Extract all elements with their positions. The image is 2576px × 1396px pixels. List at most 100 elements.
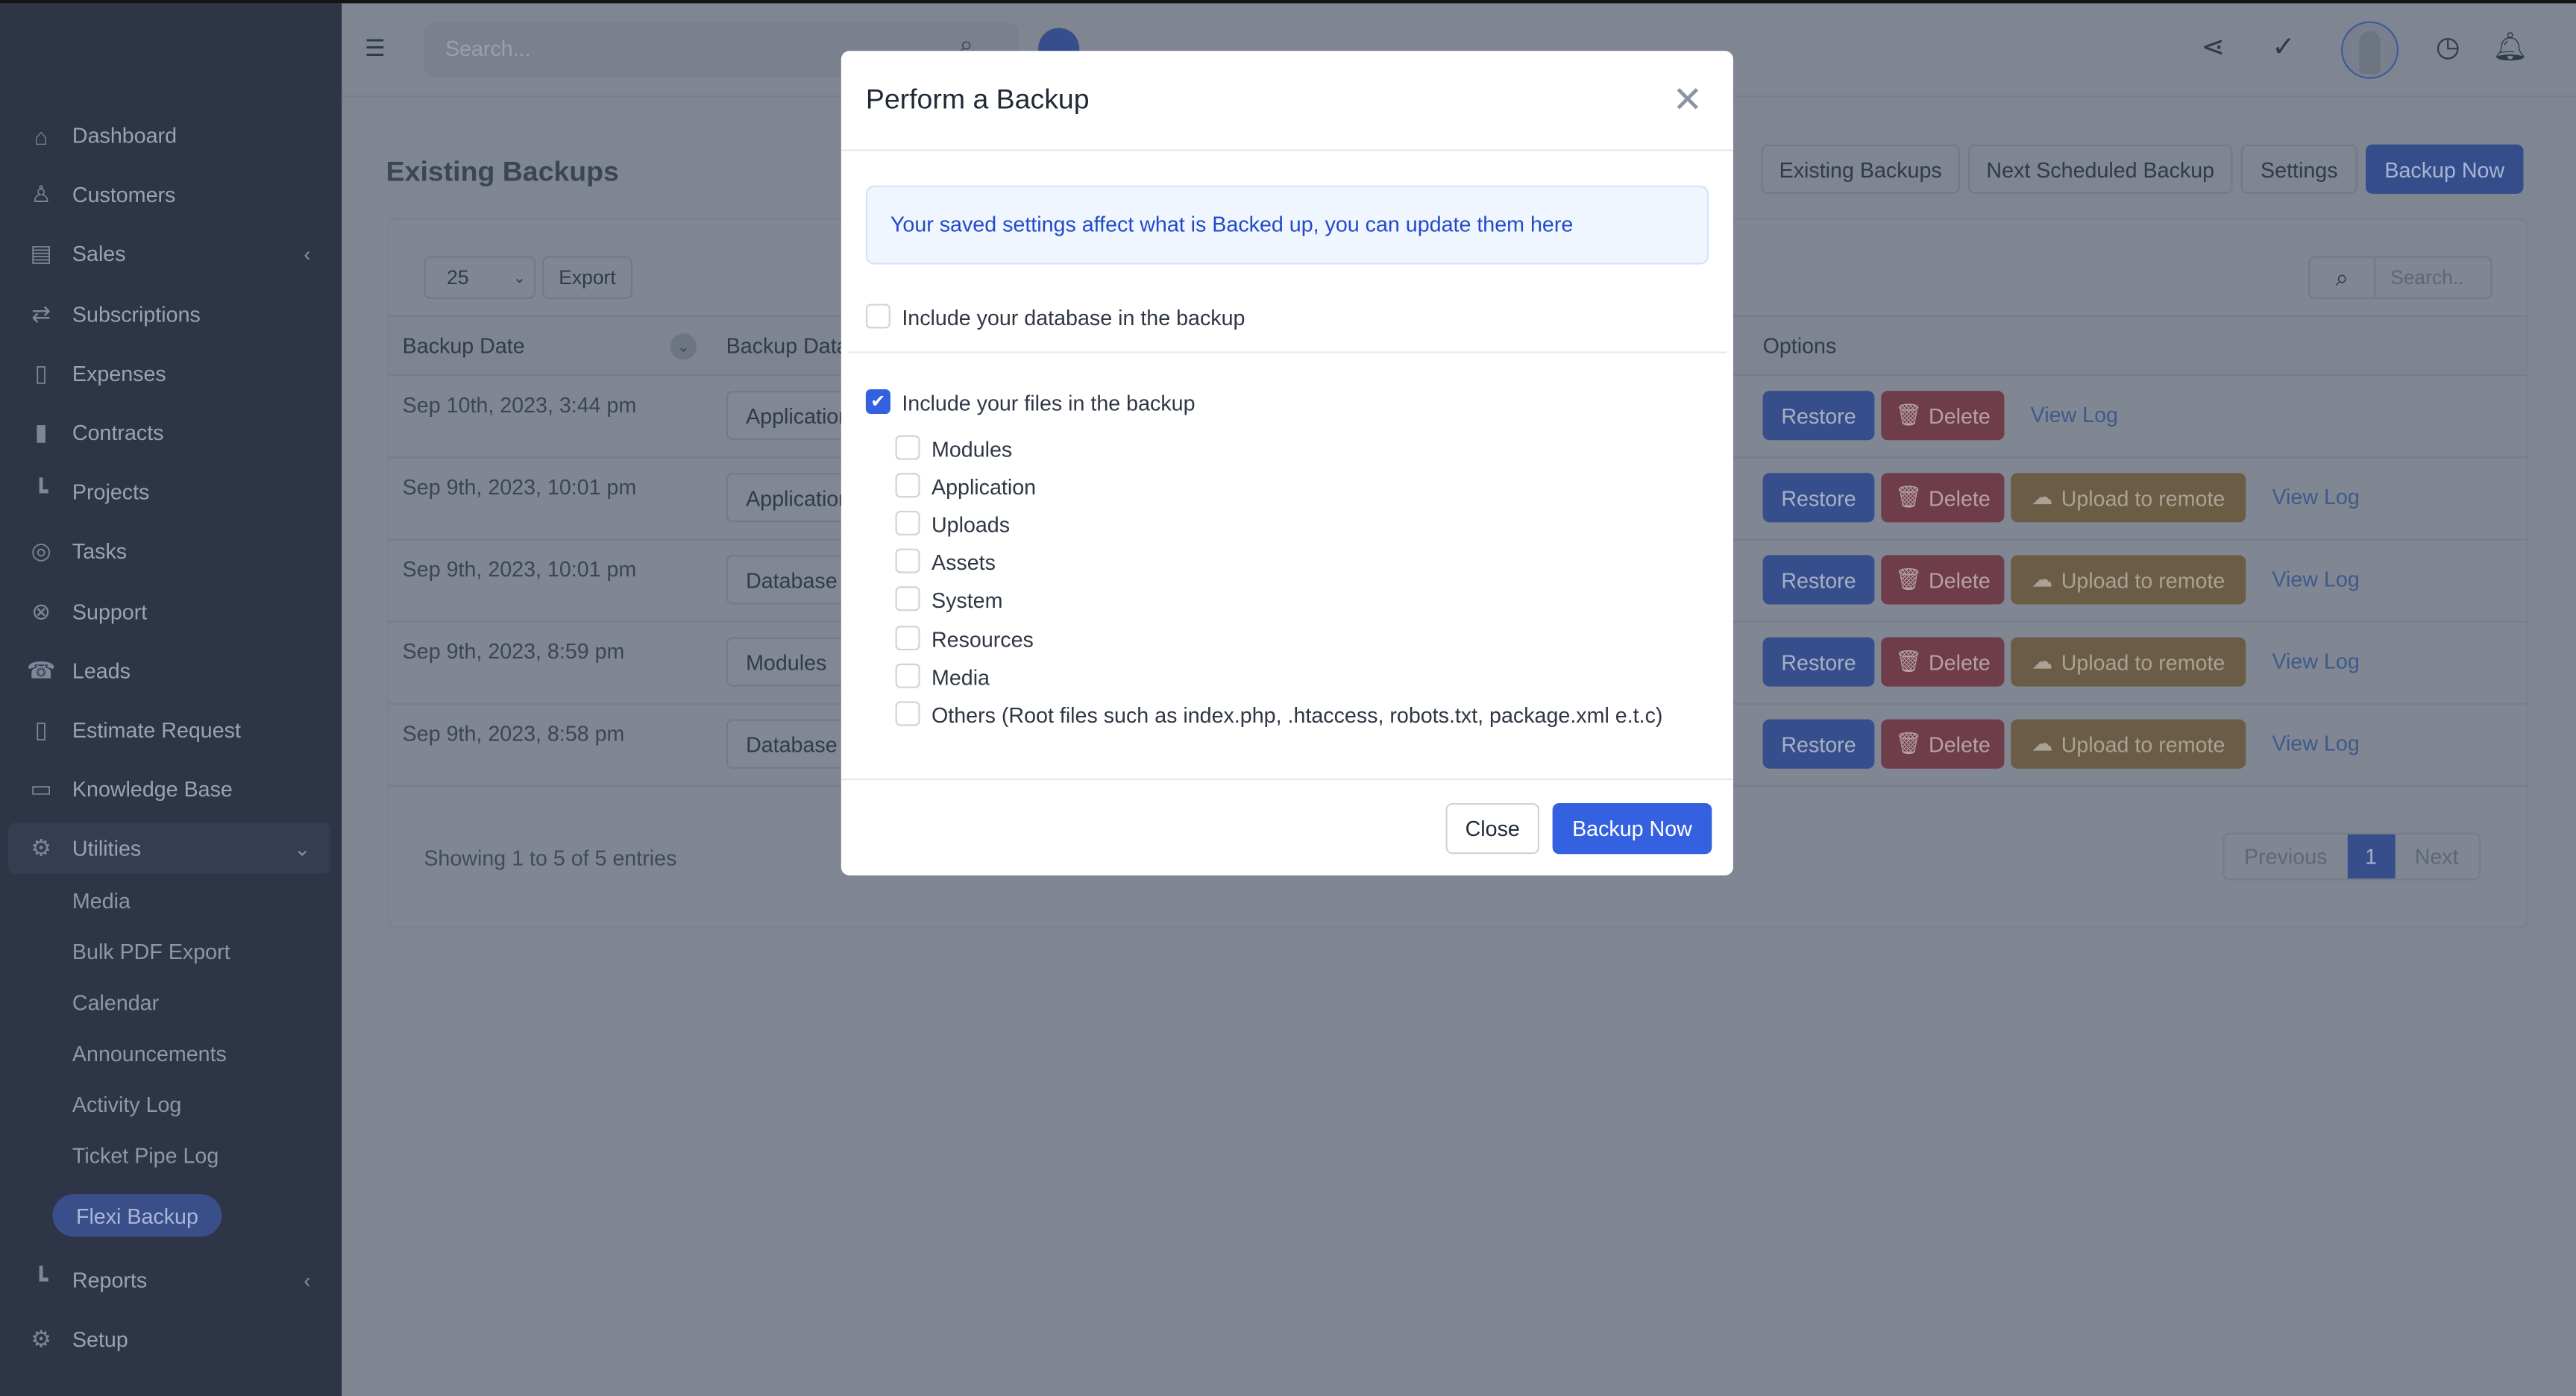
upload-to-remote-button[interactable]: ☁ Upload to remote: [2011, 473, 2246, 523]
sidebar-item-reports[interactable]: ┗ Reports ‹: [8, 1255, 330, 1306]
file-option-checkbox-assets[interactable]: [895, 549, 920, 574]
sidebar-subitem-ticket-pipe-log[interactable]: Ticket Pipe Log: [72, 1143, 219, 1168]
tab-existing-backups[interactable]: Existing Backups: [1761, 144, 1960, 194]
restore-button[interactable]: Restore: [1762, 637, 1875, 687]
restore-button[interactable]: Restore: [1762, 719, 1875, 769]
bell-icon[interactable]: 🔔︎: [2492, 31, 2528, 64]
sidebar-item-dashboard[interactable]: ⌂ Dashboard: [8, 110, 330, 161]
pagination-previous[interactable]: Previous: [2225, 834, 2347, 878]
sidebar-item-expenses[interactable]: ▯ Expenses: [8, 348, 330, 398]
share-icon[interactable]: ⋖: [2195, 31, 2231, 64]
sidebar-subitem-media[interactable]: Media: [72, 888, 131, 913]
page-size-select[interactable]: 25 ⌄: [424, 256, 536, 299]
upload-to-remote-button[interactable]: ☁ Upload to remote: [2011, 555, 2246, 605]
sidebar-item-subscriptions[interactable]: ⇄ Subscriptions: [8, 289, 330, 339]
table-search-input[interactable]: Search..: [2375, 266, 2463, 289]
pagination-page-1[interactable]: 1: [2346, 834, 2396, 879]
divider: [841, 149, 1733, 151]
backup-date-cell: Sep 9th, 2023, 8:59 pm: [402, 638, 625, 664]
folder-icon: ▭: [30, 775, 52, 802]
clock-icon[interactable]: ◷: [2430, 31, 2466, 64]
close-icon[interactable]: ✕: [1672, 79, 1703, 122]
file-option-checkbox-uploads[interactable]: [895, 511, 920, 536]
entries-info: Showing 1 to 5 of 5 entries: [424, 846, 677, 871]
cogs-icon: ⚙: [31, 834, 51, 861]
file-option-checkbox-resources[interactable]: [895, 625, 920, 650]
trash-icon: 🗑︎: [1894, 402, 1923, 427]
sidebar-item-estimate-request[interactable]: ▯ Estimate Request: [8, 705, 330, 755]
table-search[interactable]: ⌕ Search..: [2308, 256, 2492, 299]
cloud-upload-icon: ☁: [2032, 648, 2053, 673]
sidebar-item-support[interactable]: ⊗ Support: [8, 585, 330, 636]
delete-button[interactable]: 🗑︎ Delete: [1881, 391, 2005, 441]
sidebar-subitem-activity-log[interactable]: Activity Log: [72, 1092, 181, 1117]
file-icon: ▯: [34, 359, 48, 386]
view-log-link[interactable]: View Log: [2272, 485, 2359, 509]
file-option-label: Media: [931, 664, 990, 690]
sidebar-item-tasks[interactable]: ◎ Tasks: [8, 526, 330, 577]
sidebar-subitem-flexi-backup[interactable]: Flexi Backup: [52, 1194, 222, 1237]
trash-icon: 🗑︎: [1894, 566, 1923, 591]
delete-button[interactable]: 🗑︎ Delete: [1881, 555, 2005, 605]
sidebar-subitem-calendar[interactable]: Calendar: [72, 990, 159, 1015]
include-files-label: Include your files in the backup: [902, 391, 1196, 416]
sidebar-item-label: Reports: [72, 1268, 148, 1293]
view-log-link[interactable]: View Log: [2272, 567, 2359, 591]
restore-button[interactable]: Restore: [1762, 391, 1875, 441]
sidebar-item-leads[interactable]: ☎ Leads: [8, 645, 330, 696]
restore-button[interactable]: Restore: [1762, 555, 1875, 605]
sidebar-item-contracts[interactable]: ▮ Contracts: [8, 407, 330, 458]
delete-label: Delete: [1929, 485, 1991, 510]
chevron-down-icon: ⌄: [294, 837, 311, 861]
backup-now-button[interactable]: Backup Now: [2366, 144, 2524, 194]
sidebar-item-sales[interactable]: ▤ Sales ‹: [8, 229, 330, 280]
delete-label: Delete: [1929, 732, 1991, 757]
receipt-icon: ▤: [30, 240, 52, 267]
menu-icon[interactable]: ☰: [365, 36, 388, 59]
file-option-checkbox-system[interactable]: [895, 587, 920, 612]
tab-settings[interactable]: Settings: [2240, 144, 2358, 194]
trash-icon: 🗑︎: [1894, 731, 1923, 756]
file-option-checkbox-others-root-files-su[interactable]: [895, 700, 920, 726]
include-files-checkbox[interactable]: ✔: [865, 389, 890, 415]
sidebar-item-utilities[interactable]: ⚙ Utilities ⌄: [8, 823, 330, 875]
delete-button[interactable]: 🗑︎ Delete: [1881, 473, 2005, 523]
close-button[interactable]: Close: [1445, 802, 1540, 855]
view-log-link[interactable]: View Log: [2031, 403, 2118, 427]
file-option-label: Others (Root files such as index.php, .h…: [931, 702, 1663, 727]
tab-next-scheduled-backup[interactable]: Next Scheduled Backup: [1967, 144, 2233, 194]
view-log-link[interactable]: View Log: [2272, 649, 2359, 673]
file-option-label: Modules: [931, 436, 1013, 462]
sidebar-subitem-announcements[interactable]: Announcements: [72, 1041, 227, 1066]
file-option-checkbox-media[interactable]: [895, 662, 920, 688]
page-title: Existing Backups: [386, 156, 619, 188]
sidebar-item-knowledge-base[interactable]: ▭ Knowledge Base: [8, 764, 330, 815]
modal-backup-now-button[interactable]: Backup Now: [1552, 802, 1712, 855]
sidebar-subitem-bulk-pdf-export[interactable]: Bulk PDF Export: [72, 940, 230, 964]
sidebar: ⌂ Dashboard ♙ Customers ▤ Sales ‹ ⇄ Subscription…: [0, 3, 342, 1396]
sidebar-item-label: Setup: [72, 1327, 128, 1352]
avatar[interactable]: [2340, 21, 2399, 79]
column-backup-date[interactable]: Backup Date: [403, 333, 525, 358]
upload-to-remote-button[interactable]: ☁ Upload to remote: [2011, 637, 2246, 687]
sidebar-item-setup[interactable]: ⚙ Setup: [8, 1314, 330, 1365]
file-option-checkbox-application[interactable]: [895, 473, 920, 498]
pagination-next[interactable]: Next: [2395, 834, 2478, 878]
check-icon[interactable]: ✓: [2266, 31, 2302, 64]
upload-to-remote-button[interactable]: ☁ Upload to remote: [2011, 719, 2246, 769]
include-database-checkbox[interactable]: [865, 304, 890, 329]
sort-icon[interactable]: ⌄: [670, 333, 697, 360]
sidebar-item-projects[interactable]: ┗ Projects: [8, 467, 330, 518]
view-log-link[interactable]: View Log: [2272, 731, 2359, 755]
delete-label: Delete: [1929, 567, 1991, 592]
column-backup-data[interactable]: Backup Data: [726, 333, 849, 358]
upload-label: Upload to remote: [2061, 485, 2225, 510]
export-button[interactable]: Export: [541, 256, 633, 299]
bar-chart-icon: ┗: [34, 1266, 48, 1293]
delete-button[interactable]: 🗑︎ Delete: [1881, 637, 2005, 687]
delete-button[interactable]: 🗑︎ Delete: [1881, 719, 2005, 769]
file-option-checkbox-modules[interactable]: [895, 435, 920, 460]
restore-button[interactable]: Restore: [1762, 473, 1875, 523]
settings-info-link[interactable]: Your saved settings affect what is Backe…: [865, 185, 1709, 265]
sidebar-item-customers[interactable]: ♙ Customers: [8, 169, 330, 220]
